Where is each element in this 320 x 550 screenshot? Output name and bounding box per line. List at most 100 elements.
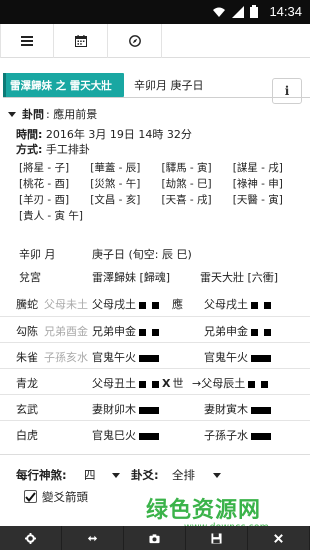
spirit-star: [桃花 - 酉]	[19, 178, 70, 190]
top-toolbar	[0, 24, 310, 58]
spirit-cell: 朱雀	[16, 351, 38, 364]
shi-ying-cell: 世	[172, 377, 184, 390]
method-line: 方式: 手工排卦	[16, 143, 90, 156]
yang-line	[251, 432, 271, 440]
status-bar: 14:34	[0, 0, 310, 24]
gua-yao-dropdown-icon[interactable]	[213, 473, 221, 478]
table-row: 玄武 妻財卯木 妻財寅木	[0, 394, 310, 420]
spirit-cell: 白虎	[16, 429, 38, 442]
spirit-star: [祿神 - 申]	[232, 178, 283, 190]
checkmark-icon	[25, 491, 36, 502]
yin-line	[139, 328, 159, 336]
close-button[interactable]	[248, 526, 310, 550]
spirit-count-label: 每行神煞:	[16, 468, 67, 482]
changed-line-cell: 官鬼午火	[204, 349, 271, 365]
changed-line-cell: →父母辰土	[192, 375, 269, 391]
save-button[interactable]	[186, 526, 248, 550]
question-toggle[interactable]: 卦問 : 應用前景	[8, 106, 97, 122]
yin-line	[139, 301, 159, 309]
shi-ying-cell: 應	[172, 298, 183, 311]
table-row: 白虎 官鬼巳火 子孫子水	[0, 420, 310, 446]
yin-line	[251, 328, 271, 336]
gua-yao-select[interactable]: 全排	[172, 467, 195, 483]
table-row: 騰蛇 父母未土 父母戌土 應 父母戌土	[0, 290, 310, 316]
changed-line-text: 官鬼午火	[204, 351, 248, 364]
table-row: 朱雀 子孫亥水 官鬼午火 官鬼午火	[0, 342, 310, 368]
battery-icon	[250, 5, 258, 18]
changed-line-cell: 父母戌土	[204, 296, 271, 312]
bottom-action-bar	[0, 526, 310, 550]
spirit-star: [謀星 - 戌]	[232, 162, 283, 174]
spirit-cell: 青龙	[16, 377, 38, 390]
spirit-star: [將星 - 子]	[19, 162, 70, 174]
table-row: 勾陈 兄弟酉金 兄弟申金 兄弟申金	[0, 316, 310, 342]
spirit-star: [羊刃 - 酉]	[19, 194, 70, 206]
tab-hexagram[interactable]: 雷澤歸妹 之 雷天大壯	[3, 73, 124, 97]
status-icons	[212, 5, 258, 18]
divider	[0, 454, 310, 455]
spirit-star: [貴人 - 寅 午]	[19, 210, 83, 222]
spirit-star: [天醫 - 寅]	[232, 194, 283, 206]
gua-yao-label: 卦爻:	[131, 468, 159, 482]
main-line-cell: 兄弟申金	[92, 323, 159, 339]
spirit-star: [華蓋 - 辰]	[90, 162, 141, 174]
menu-button[interactable]	[0, 24, 54, 58]
spirit-star: [災煞 - 午]	[90, 178, 141, 190]
method-label: 方式	[16, 143, 38, 156]
wifi-icon	[213, 7, 225, 17]
spirit-star: [文昌 - 亥]	[90, 194, 141, 206]
method-value: 手工排卦	[45, 143, 90, 156]
main-line-cell: 父母丑土 X 世	[92, 375, 183, 391]
main-content: 雷澤歸妹 之 雷天大壯 辛卯月 庚子日 i 卦問 : 應用前景 時間: 2016…	[0, 58, 310, 454]
palace-cell: 兌宮	[19, 271, 41, 284]
info-button[interactable]: i	[272, 78, 302, 104]
calendar-button[interactable]	[54, 24, 108, 58]
changed-line-cell: 子孫子水	[204, 427, 271, 443]
main-line-text: 父母丑土	[92, 377, 136, 390]
changed-gua-cell: 雷天大壯 [六衝]	[200, 271, 279, 284]
table-header-gua: 兌宮 雷澤歸妹 [歸魂] 雷天大壯 [六衝]	[0, 263, 310, 289]
hidden-cell: 子孫亥水	[44, 351, 88, 364]
changed-line-text: 父母戌土	[204, 298, 248, 311]
swap-icon	[87, 535, 98, 541]
question-value: 應用前景	[53, 108, 98, 121]
calendar-icon	[74, 35, 87, 47]
spirit-cell: 騰蛇	[16, 298, 38, 311]
main-line-cell: 父母戌土	[92, 296, 159, 312]
spirit-stars-row: [羊刃 - 酉] [文昌 - 亥] [天喜 - 戌] [天醫 - 寅]	[19, 192, 304, 208]
compass-icon	[128, 35, 141, 47]
spirit-stars-row: [桃花 - 酉] [災煞 - 午] [劫煞 - 巳] [祿神 - 申]	[19, 176, 304, 192]
time-label: 時間	[16, 128, 38, 141]
table-row: 青龙 父母丑土 X 世 →父母辰土	[0, 368, 310, 394]
hidden-cell: 父母未土	[44, 298, 88, 311]
main-line-text: 官鬼午火	[92, 351, 136, 364]
arrow-checkbox-label[interactable]: 變爻箭頭	[42, 489, 88, 505]
compass-button[interactable]	[108, 24, 162, 58]
screenshot-button[interactable]	[124, 526, 186, 550]
time-value: 2016年 3月 19日 14時 32分	[45, 128, 192, 141]
main-gua-cell: 雷澤歸妹 [歸魂]	[92, 271, 171, 284]
yin-line	[139, 380, 159, 388]
spirit-star: [天喜 - 戌]	[161, 194, 212, 206]
watermark-title: 绿色资源网	[146, 498, 262, 523]
spirit-count-dropdown-icon[interactable]	[112, 473, 120, 478]
swap-button[interactable]	[62, 526, 124, 550]
status-time: 14:34	[269, 4, 302, 19]
tab-bar: 雷澤歸妹 之 雷天大壯 辛卯月 庚子日 i	[0, 73, 310, 104]
spirit-count-select[interactable]: 四	[84, 467, 96, 483]
tab-date[interactable]: 辛卯月 庚子日	[134, 77, 204, 93]
main-line-text: 父母戌土	[92, 298, 136, 311]
yang-line	[251, 406, 271, 414]
arrow-checkbox[interactable]	[24, 490, 37, 503]
main-line-text: 官鬼巳火	[92, 429, 136, 442]
hidden-cell: 兄弟酉金	[44, 325, 88, 338]
menu-icon	[21, 36, 33, 46]
spirit-stars-row: [貴人 - 寅 午]	[19, 208, 304, 224]
yang-line	[139, 432, 159, 440]
save-icon	[211, 532, 222, 544]
changed-line-text: 子孫子水	[204, 429, 248, 442]
moving-line-mark: X	[162, 377, 171, 390]
main-line-cell: 官鬼巳火	[92, 427, 159, 443]
settings-button[interactable]	[0, 526, 62, 550]
changed-line-text: 兄弟申金	[204, 325, 248, 338]
